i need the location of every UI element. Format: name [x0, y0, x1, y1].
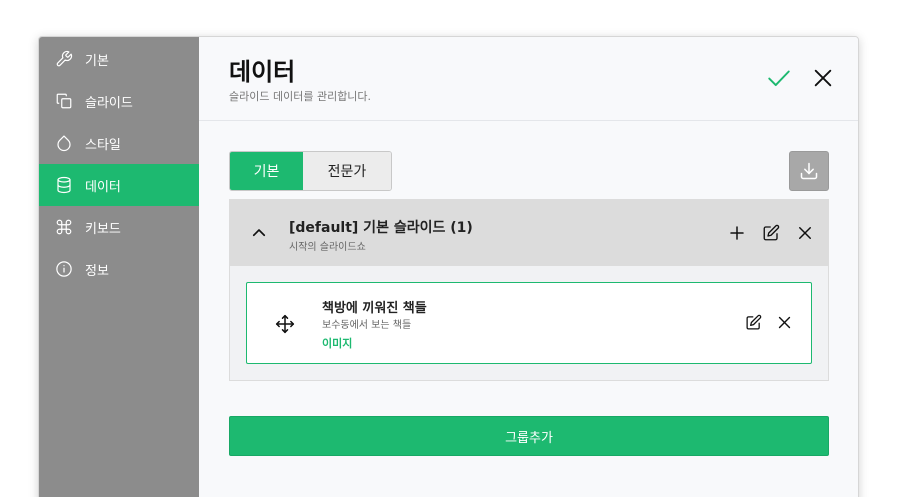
- sidebar-item-style[interactable]: 스타일: [39, 122, 199, 164]
- sidebar-item-slides[interactable]: 슬라이드: [39, 80, 199, 122]
- sidebar-item-keyboard[interactable]: 키보드: [39, 206, 199, 248]
- sidebar-item-label: 키보드: [85, 221, 121, 237]
- data-toolbar: 기본 전문가: [229, 151, 829, 191]
- group-actions: [728, 224, 814, 242]
- drag-handle[interactable]: [275, 314, 295, 334]
- close-button[interactable]: [812, 67, 834, 89]
- mode-tabs: 기본 전문가: [229, 151, 392, 191]
- edit-icon: [746, 314, 762, 330]
- group-header: [default] 기본 슬라이드 (1) 시작의 슬라이드쇼: [230, 200, 828, 266]
- main-panel: 데이터 슬라이드 데이터를 관리합니다. 기본 전문가 [default] 기본…: [199, 37, 858, 497]
- page-subtitle: 슬라이드 데이터를 관리합니다.: [229, 90, 372, 103]
- slide-group: [default] 기본 슬라이드 (1) 시작의 슬라이드쇼 책방에 끼워진 …: [229, 199, 829, 381]
- sidebar-item-label: 데이터: [85, 179, 121, 195]
- slide-item-card[interactable]: 책방에 끼워진 책들 보수동에서 보는 책들 이미지: [246, 282, 812, 364]
- sidebar-item-basic[interactable]: 기본: [39, 38, 199, 80]
- sidebar-item-label: 슬라이드: [85, 95, 133, 111]
- header-actions: [766, 65, 834, 91]
- download-button[interactable]: [789, 151, 829, 191]
- close-icon: [778, 316, 791, 329]
- page-header: 데이터 슬라이드 데이터를 관리합니다.: [199, 37, 858, 121]
- copy-icon: [54, 91, 74, 111]
- settings-window: 기본 슬라이드 스타일 데이터 키보드 정보 데이터 슬라이드 데이터를 관리합…: [38, 36, 859, 497]
- check-icon: [768, 70, 790, 87]
- download-icon: [800, 162, 818, 180]
- command-icon: [54, 217, 74, 237]
- tab-basic[interactable]: 기본: [230, 152, 303, 190]
- droplet-icon: [54, 133, 74, 153]
- sidebar-item-label: 스타일: [85, 137, 121, 153]
- edit-group-button[interactable]: [762, 224, 780, 242]
- group-title: [default] 기본 슬라이드 (1): [289, 220, 473, 236]
- close-icon: [814, 69, 832, 87]
- edit-item-button[interactable]: [745, 314, 762, 331]
- sidebar-item-label: 정보: [85, 263, 109, 279]
- chevron-up-icon: [252, 229, 266, 237]
- edit-icon: [763, 224, 780, 241]
- delete-item-button[interactable]: [776, 314, 793, 331]
- page-title: 데이터: [229, 58, 296, 86]
- delete-group-button[interactable]: [796, 224, 814, 242]
- group-description: 시작의 슬라이드쇼: [289, 242, 366, 253]
- add-item-button[interactable]: [728, 224, 746, 242]
- info-icon: [54, 259, 74, 279]
- sidebar-item-label: 기본: [85, 53, 109, 69]
- item-actions: [745, 314, 793, 331]
- tab-expert[interactable]: 전문가: [303, 152, 391, 190]
- item-description: 보수동에서 보는 책들: [322, 320, 412, 331]
- move-icon: [275, 314, 295, 334]
- plus-icon: [730, 226, 744, 240]
- close-icon: [799, 227, 811, 239]
- item-title: 책방에 끼워진 책들: [322, 301, 427, 316]
- confirm-button[interactable]: [766, 65, 792, 91]
- add-group-button[interactable]: 그룹추가: [229, 416, 829, 456]
- item-type-badge: 이미지: [322, 337, 353, 350]
- sidebar: 기본 슬라이드 스타일 데이터 키보드 정보: [39, 37, 199, 497]
- sidebar-item-info[interactable]: 정보: [39, 248, 199, 290]
- database-icon: [54, 175, 74, 195]
- sidebar-item-data[interactable]: 데이터: [39, 164, 199, 206]
- collapse-button[interactable]: [250, 224, 268, 242]
- wrench-icon: [54, 49, 74, 69]
